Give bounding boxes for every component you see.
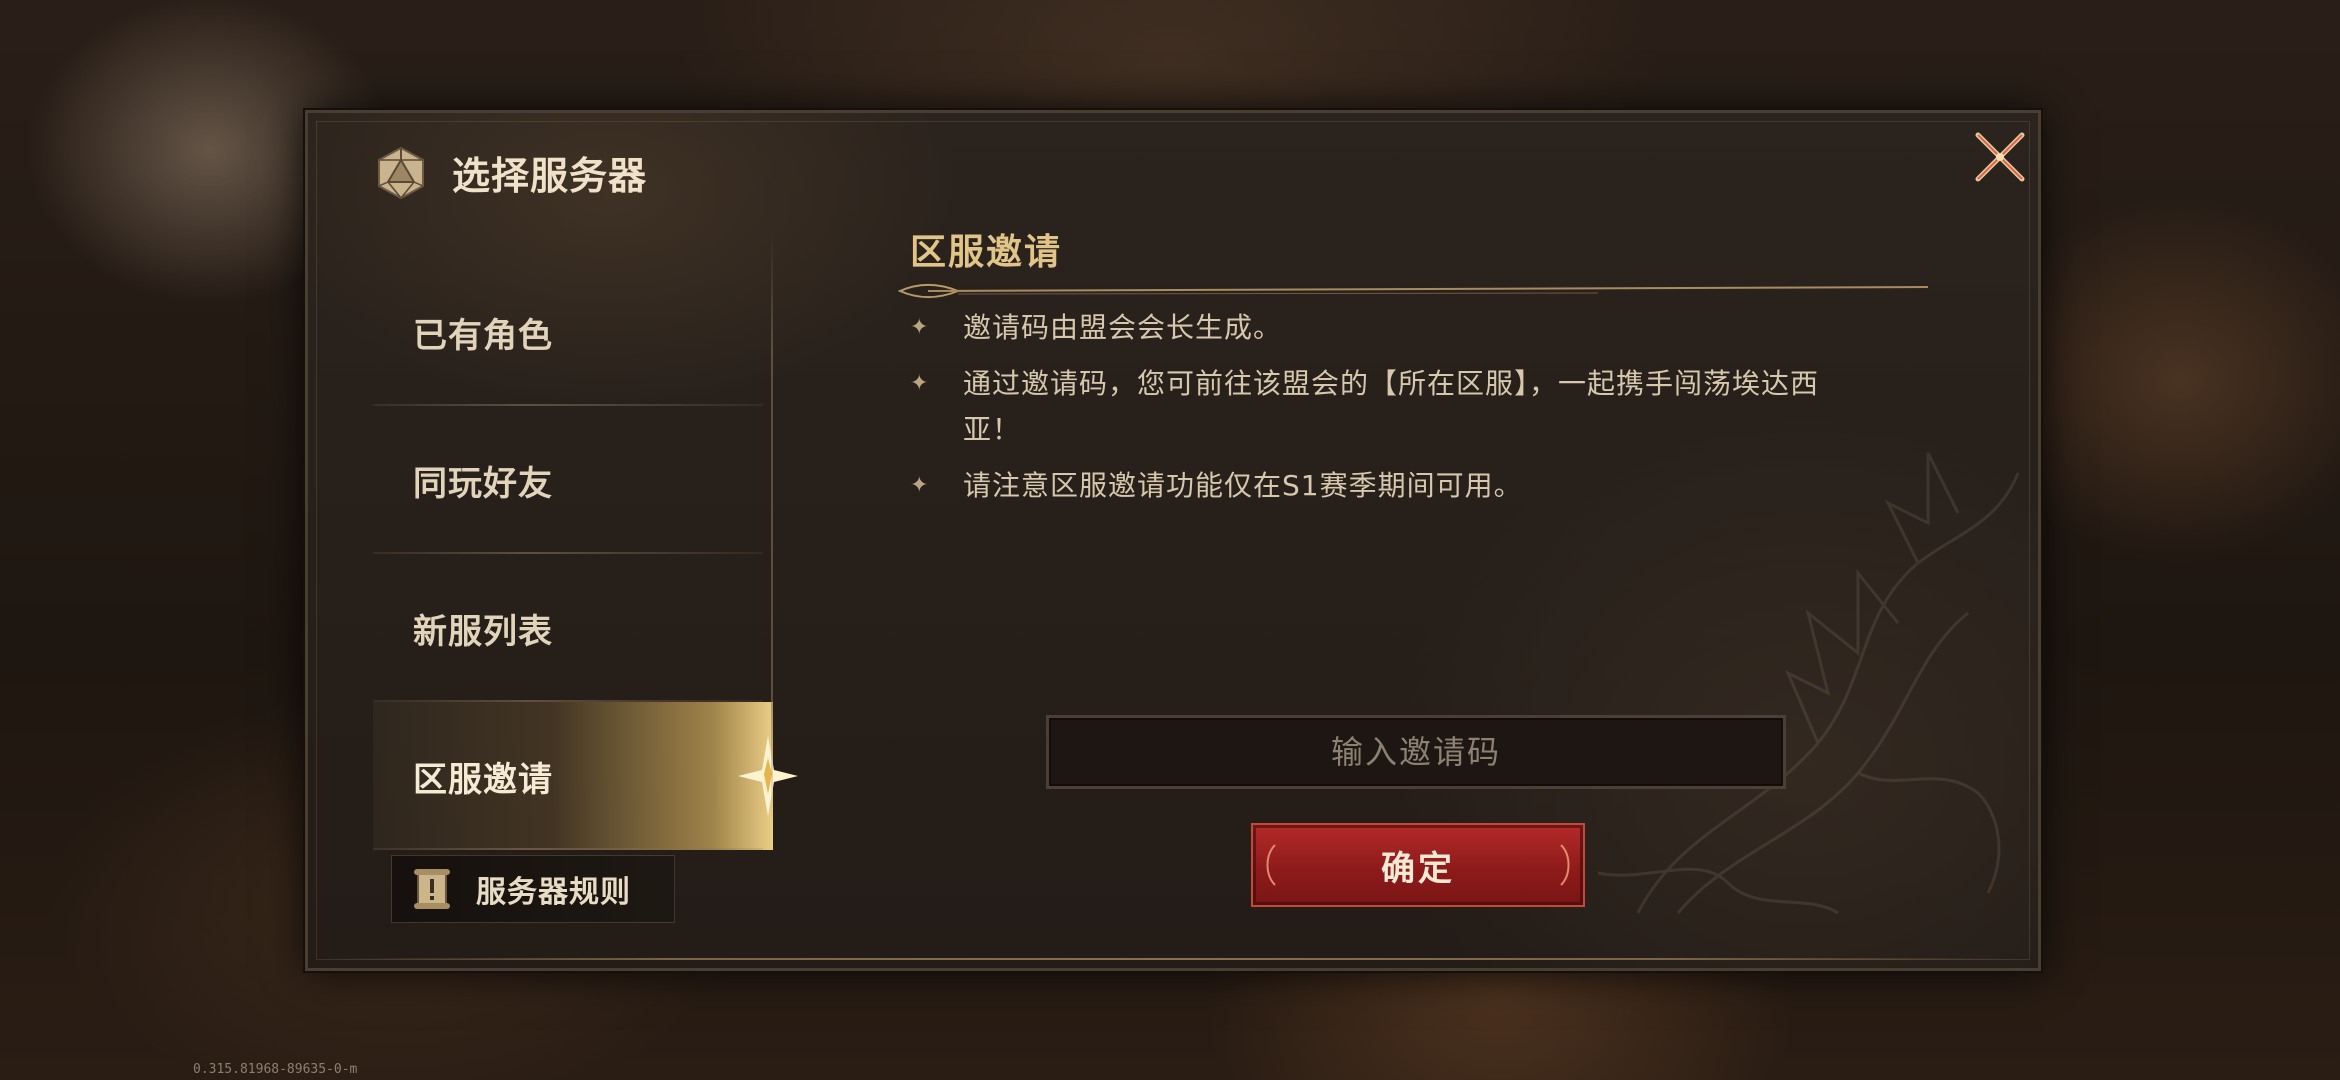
invite-content: 区服邀请 ✦ 邀请码由盟会会长生成。 ✦ 通过邀请码，您可前往该盟会的【所在区服… bbox=[897, 223, 1929, 525]
button-ornament-left bbox=[1266, 844, 1276, 886]
d20-dice-icon bbox=[378, 146, 424, 199]
server-select-dialog: 选择服务器 已有角色 同玩好友 新服列表 区服邀请 服务器规则 区服邀请 ✦ 邀… bbox=[305, 110, 2041, 971]
sidebar-item-label: 已有角色 bbox=[413, 315, 553, 356]
sidebar-item-new-servers[interactable]: 新服列表 bbox=[373, 554, 773, 702]
sidebar: 已有角色 同玩好友 新服列表 区服邀请 bbox=[373, 258, 798, 850]
confirm-label: 确定 bbox=[1381, 848, 1455, 889]
sidebar-item-friends[interactable]: 同玩好友 bbox=[373, 406, 773, 554]
sparkle-bullet-icon: ✦ bbox=[910, 473, 930, 498]
bottom-divider bbox=[328, 958, 2018, 960]
sparkle-bullet-icon: ✦ bbox=[910, 315, 930, 340]
invite-rules-list: ✦ 邀请码由盟会会长生成。 ✦ 通过邀请码，您可前往该盟会的【所在区服】，一起携… bbox=[898, 305, 1908, 509]
list-item: ✦ 邀请码由盟会会长生成。 bbox=[898, 305, 1863, 351]
list-item: ✦ 请注意区服邀请功能仅在S1赛季期间可用。 bbox=[898, 463, 1863, 509]
close-icon[interactable] bbox=[1968, 125, 2032, 189]
sidebar-item-label: 新服列表 bbox=[413, 611, 553, 652]
button-ornament-right bbox=[1560, 844, 1570, 886]
version-label: 0.315.81968-89635-0-m bbox=[193, 1062, 358, 1077]
sparkle-bullet-icon: ✦ bbox=[910, 371, 930, 396]
dialog-header: 选择服务器 bbox=[376, 145, 647, 200]
list-item: ✦ 通过邀请码，您可前往该盟会的【所在区服】，一起携手闯荡埃达西亚！ bbox=[898, 361, 1863, 453]
scroll-icon bbox=[414, 869, 450, 909]
active-sparkle-icon bbox=[738, 736, 798, 816]
section-title: 区服邀请 bbox=[910, 232, 1063, 273]
confirm-button[interactable]: 确定 bbox=[1251, 823, 1585, 907]
server-rules-label: 服务器规则 bbox=[476, 875, 631, 910]
server-rules-button[interactable]: 服务器规则 bbox=[391, 855, 675, 923]
sidebar-item-label: 区服邀请 bbox=[413, 759, 553, 800]
sidebar-item-existing-characters[interactable]: 已有角色 bbox=[373, 258, 773, 406]
sidebar-item-label: 同玩好友 bbox=[413, 463, 553, 504]
dialog-title: 选择服务器 bbox=[452, 154, 648, 198]
sidebar-separator bbox=[771, 233, 773, 823]
sidebar-item-server-invite[interactable]: 区服邀请 bbox=[373, 702, 798, 850]
invite-code-input[interactable] bbox=[1046, 715, 1786, 789]
section-divider bbox=[897, 284, 1929, 298]
